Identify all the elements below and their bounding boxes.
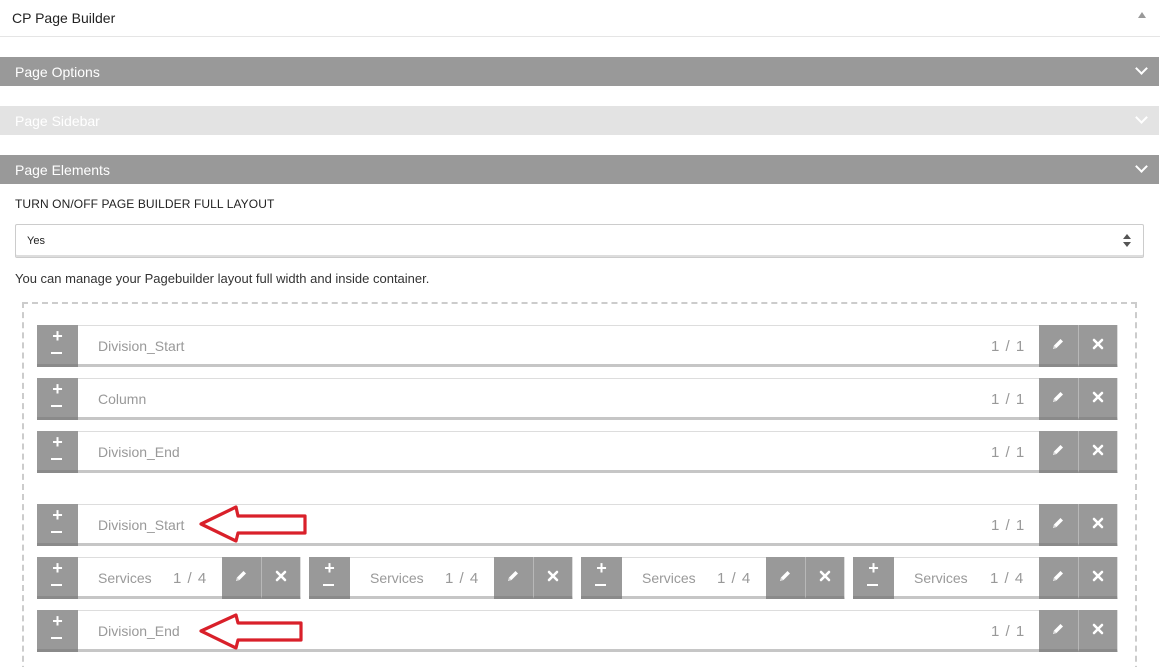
resize-icon[interactable]: + <box>37 610 78 652</box>
edit-button[interactable] <box>1039 431 1078 473</box>
element-name: Services <box>642 570 696 586</box>
pencil-icon <box>1053 339 1063 349</box>
element-row[interactable]: + Services 1 / 4 <box>853 557 1118 599</box>
resize-icon[interactable]: + <box>37 504 78 546</box>
remove-button[interactable] <box>1078 557 1117 599</box>
remove-button[interactable] <box>1078 504 1117 546</box>
remove-button[interactable] <box>261 557 300 599</box>
element-size: 1 / 1 <box>991 444 1026 461</box>
close-icon <box>1092 517 1104 529</box>
remove-button[interactable] <box>1078 431 1117 473</box>
element-name: Division_End <box>98 444 180 460</box>
collapse-arrow-icon[interactable] <box>1138 12 1146 18</box>
builder-header: CP Page Builder <box>0 0 1160 37</box>
close-icon <box>1092 444 1104 456</box>
remove-button[interactable] <box>1078 610 1117 652</box>
pencil-icon <box>508 571 518 581</box>
element-row[interactable]: + Division_End 1 / 1 <box>37 431 1118 473</box>
element-name: Division_Start <box>98 338 185 354</box>
edit-button[interactable] <box>1039 610 1078 652</box>
element-name: Services <box>914 570 968 586</box>
pencil-icon <box>1053 571 1063 581</box>
element-size: 1 / 4 <box>717 570 752 587</box>
edit-button[interactable] <box>1039 557 1078 599</box>
pencil-icon <box>1053 518 1063 528</box>
pencil-icon <box>780 571 790 581</box>
red-arrow-icon <box>199 505 307 543</box>
panel-label: Page Elements <box>15 162 110 178</box>
pencil-icon <box>1053 445 1063 455</box>
page-builder: CP Page Builder Page Options Page Sideba… <box>0 0 1162 667</box>
element-size: 1 / 1 <box>991 338 1026 355</box>
edit-button[interactable] <box>1039 504 1078 546</box>
remove-button[interactable] <box>1078 325 1117 367</box>
edit-button[interactable] <box>1039 325 1078 367</box>
element-name: Services <box>370 570 424 586</box>
resize-icon[interactable]: + <box>309 557 350 599</box>
element-row[interactable]: + Services 1 / 4 <box>581 557 845 599</box>
element-size: 1 / 1 <box>991 517 1026 534</box>
element-name: Division_End <box>98 623 180 639</box>
close-icon <box>1092 623 1104 635</box>
close-icon <box>547 570 559 582</box>
resize-icon[interactable]: + <box>37 557 78 599</box>
select-value: Yes <box>27 235 45 247</box>
chevron-down-icon <box>1135 62 1148 75</box>
remove-button[interactable] <box>1078 378 1117 420</box>
full-layout-select[interactable]: Yes <box>15 224 1144 258</box>
element-size: 1 / 4 <box>173 570 208 587</box>
pencil-icon <box>1053 392 1063 402</box>
element-size: 1 / 4 <box>445 570 480 587</box>
element-size: 1 / 4 <box>990 570 1025 587</box>
remove-button[interactable] <box>533 557 572 599</box>
pencil-icon <box>236 571 246 581</box>
select-arrows-icon <box>1123 234 1131 248</box>
panel-page-options[interactable]: Page Options <box>0 57 1159 86</box>
resize-icon[interactable]: + <box>37 325 78 367</box>
element-row[interactable]: + Column 1 / 1 <box>37 378 1118 420</box>
element-name: Services <box>98 570 152 586</box>
red-arrow-icon <box>199 613 303 650</box>
panel-page-sidebar[interactable]: Page Sidebar <box>0 106 1159 135</box>
panel-page-elements[interactable]: Page Elements <box>0 155 1159 184</box>
element-row[interactable]: + Services 1 / 4 <box>37 557 301 599</box>
resize-icon[interactable]: + <box>37 431 78 473</box>
element-size: 1 / 1 <box>991 391 1026 408</box>
chevron-down-icon <box>1135 111 1148 124</box>
close-icon <box>819 570 831 582</box>
element-size: 1 / 1 <box>991 623 1026 640</box>
edit-button[interactable] <box>1039 378 1078 420</box>
panel-label: Page Options <box>15 64 100 80</box>
edit-button[interactable] <box>222 557 261 599</box>
pencil-icon <box>1053 624 1063 634</box>
builder-title: CP Page Builder <box>12 10 116 26</box>
layout-description: You can manage your Pagebuilder layout f… <box>15 271 430 286</box>
edit-button[interactable] <box>494 557 533 599</box>
resize-icon[interactable]: + <box>581 557 622 599</box>
close-icon <box>1092 391 1104 403</box>
close-icon <box>1092 338 1104 350</box>
remove-button[interactable] <box>805 557 844 599</box>
element-row[interactable]: + Division_Start 1 / 1 <box>37 325 1118 367</box>
full-layout-label: TURN ON/OFF PAGE BUILDER FULL LAYOUT <box>15 197 275 211</box>
chevron-down-icon <box>1135 160 1148 173</box>
element-name: Column <box>98 391 147 407</box>
edit-button[interactable] <box>766 557 805 599</box>
panel-label: Page Sidebar <box>15 113 100 129</box>
element-row[interactable]: + Services 1 / 4 <box>309 557 573 599</box>
element-name: Division_Start <box>98 517 185 533</box>
resize-icon[interactable]: + <box>37 378 78 420</box>
resize-icon[interactable]: + <box>853 557 894 599</box>
close-icon <box>275 570 287 582</box>
close-icon <box>1092 570 1104 582</box>
